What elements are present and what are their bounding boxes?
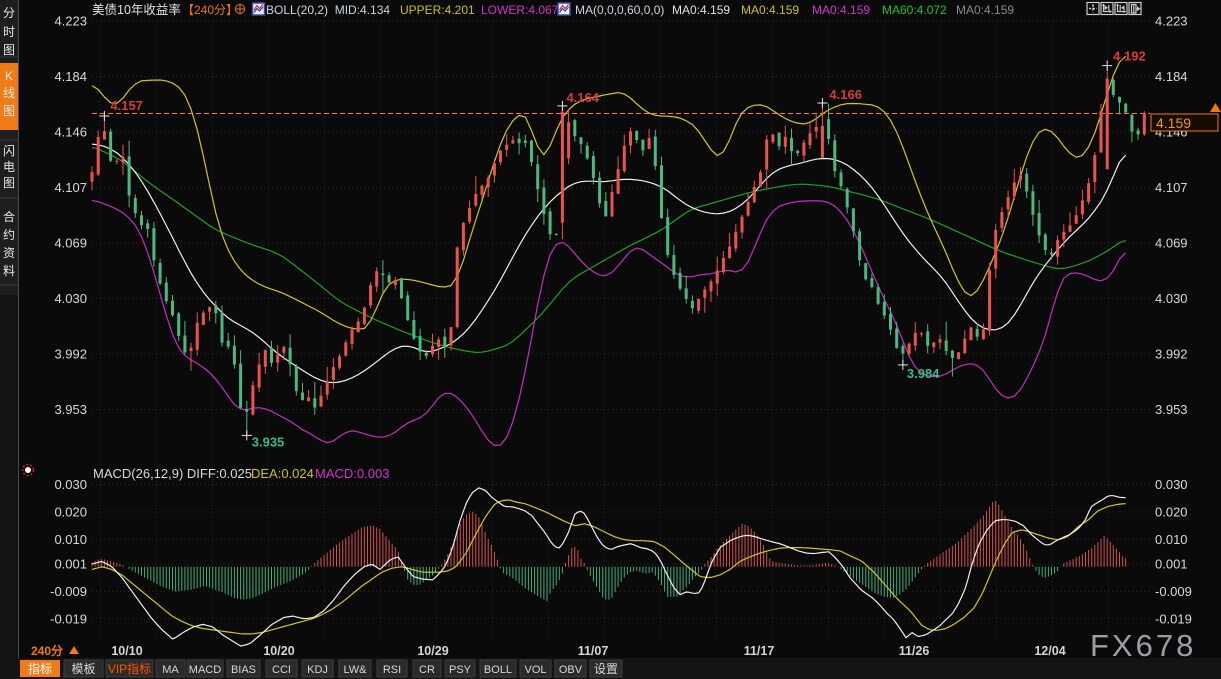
- svg-text:3.935: 3.935: [252, 434, 285, 449]
- svg-text:10/20: 10/20: [263, 644, 294, 658]
- svg-text:0.020: 0.020: [54, 504, 87, 519]
- svg-text:MA0:4.159: MA0:4.159: [956, 3, 1014, 17]
- svg-text:MACD(26,12,9) DIFF:0.025: MACD(26,12,9) DIFF:0.025: [93, 466, 252, 481]
- svg-text:-0.009: -0.009: [1155, 584, 1192, 599]
- svg-text:VOL: VOL: [524, 664, 546, 676]
- svg-text:K: K: [5, 69, 13, 83]
- svg-text:OBV: OBV: [559, 664, 583, 676]
- svg-text:料: 料: [3, 264, 15, 278]
- svg-text:时: 时: [3, 25, 15, 39]
- svg-text:RSI: RSI: [383, 664, 401, 676]
- svg-text:4.223: 4.223: [54, 14, 87, 29]
- svg-text:11/17: 11/17: [744, 644, 775, 658]
- svg-text:MACD: MACD: [189, 664, 221, 676]
- svg-text:图: 图: [3, 104, 15, 118]
- svg-text:KDJ: KDJ: [307, 664, 328, 676]
- svg-text:资: 资: [3, 246, 15, 260]
- svg-text:4.159: 4.159: [1156, 115, 1191, 131]
- svg-text:4.069: 4.069: [1155, 236, 1188, 251]
- svg-text:11/07: 11/07: [578, 644, 609, 658]
- svg-text:BOLL: BOLL: [484, 664, 512, 676]
- svg-text:10/10: 10/10: [111, 644, 142, 658]
- svg-text:VIP指标: VIP指标: [108, 661, 151, 676]
- svg-text:4.184: 4.184: [1155, 69, 1188, 84]
- svg-text:4.030: 4.030: [1155, 291, 1188, 306]
- svg-text:3.992: 3.992: [1155, 347, 1188, 362]
- svg-text:指标: 指标: [28, 661, 52, 676]
- svg-text:-0.019: -0.019: [50, 611, 87, 626]
- svg-text:12/04: 12/04: [1034, 644, 1065, 658]
- svg-text:CR: CR: [419, 664, 435, 676]
- svg-text:设置: 设置: [594, 662, 618, 676]
- svg-text:3.984: 3.984: [907, 366, 940, 381]
- svg-text:LW&: LW&: [343, 664, 367, 676]
- svg-text:图: 图: [3, 43, 15, 57]
- svg-text:约: 约: [3, 227, 15, 242]
- svg-text:11/26: 11/26: [899, 644, 930, 658]
- svg-text:MA60:4.072: MA60:4.072: [882, 3, 947, 17]
- svg-text:4.107: 4.107: [1155, 180, 1188, 195]
- svg-text:BIAS: BIAS: [231, 664, 256, 676]
- svg-text:4.107: 4.107: [54, 180, 87, 195]
- svg-text:电: 电: [3, 160, 15, 174]
- svg-text:MA0:4.159: MA0:4.159: [812, 3, 870, 17]
- svg-text:4.157: 4.157: [110, 98, 143, 113]
- svg-text:-0.009: -0.009: [50, 584, 87, 599]
- svg-text:合: 合: [3, 209, 15, 224]
- svg-text:BOLL(20,2) MID:4.134: BOLL(20,2) MID:4.134: [266, 3, 390, 17]
- svg-text:MACD:0.003: MACD:0.003: [315, 466, 389, 481]
- svg-text:10/29: 10/29: [417, 644, 448, 658]
- svg-text:-0.019: -0.019: [1155, 611, 1192, 626]
- svg-text:MA: MA: [162, 664, 179, 676]
- svg-text:LOWER:4.067: LOWER:4.067: [481, 3, 559, 17]
- svg-text:分: 分: [3, 6, 15, 20]
- svg-text:美债10年收益率: 美债10年收益率: [92, 2, 181, 17]
- svg-text:0.001: 0.001: [54, 557, 87, 572]
- svg-text:4.030: 4.030: [54, 291, 87, 306]
- svg-text:PSY: PSY: [449, 664, 472, 676]
- svg-text:DEA:0.024: DEA:0.024: [251, 466, 314, 481]
- svg-text:0.001: 0.001: [1155, 557, 1188, 572]
- svg-text:0.030: 0.030: [54, 477, 87, 492]
- svg-text:图: 图: [3, 176, 15, 190]
- svg-text:3.992: 3.992: [54, 347, 87, 362]
- svg-text:4.223: 4.223: [1155, 14, 1188, 29]
- svg-text:【240分】: 【240分】: [182, 3, 238, 17]
- svg-text:4.164: 4.164: [566, 90, 599, 105]
- svg-text:3.953: 3.953: [54, 402, 87, 417]
- svg-text:模板: 模板: [71, 662, 95, 676]
- svg-text:0.010: 0.010: [54, 532, 87, 547]
- svg-text:4.069: 4.069: [54, 236, 87, 251]
- svg-text:MA0:4.159: MA0:4.159: [741, 3, 799, 17]
- svg-text:FX678: FX678: [1090, 628, 1196, 663]
- svg-text:4.146: 4.146: [54, 125, 87, 140]
- svg-text:0.010: 0.010: [1155, 532, 1188, 547]
- svg-text:线: 线: [3, 86, 15, 100]
- svg-text:0.030: 0.030: [1155, 477, 1188, 492]
- svg-text:4.184: 4.184: [54, 69, 87, 84]
- svg-text:240分: 240分: [31, 643, 63, 658]
- svg-text:0.020: 0.020: [1155, 504, 1188, 519]
- svg-text:闪: 闪: [3, 144, 15, 158]
- svg-text:CCI: CCI: [272, 664, 291, 676]
- svg-text:3.953: 3.953: [1155, 402, 1188, 417]
- svg-text:MA0:4.159: MA0:4.159: [672, 3, 730, 17]
- svg-text:UPPER:4.201: UPPER:4.201: [400, 3, 475, 17]
- svg-text:MA(0,0,0,60,0,0): MA(0,0,0,60,0,0): [575, 3, 664, 17]
- svg-text:4.166: 4.166: [829, 87, 862, 102]
- svg-text:4.192: 4.192: [1113, 49, 1146, 64]
